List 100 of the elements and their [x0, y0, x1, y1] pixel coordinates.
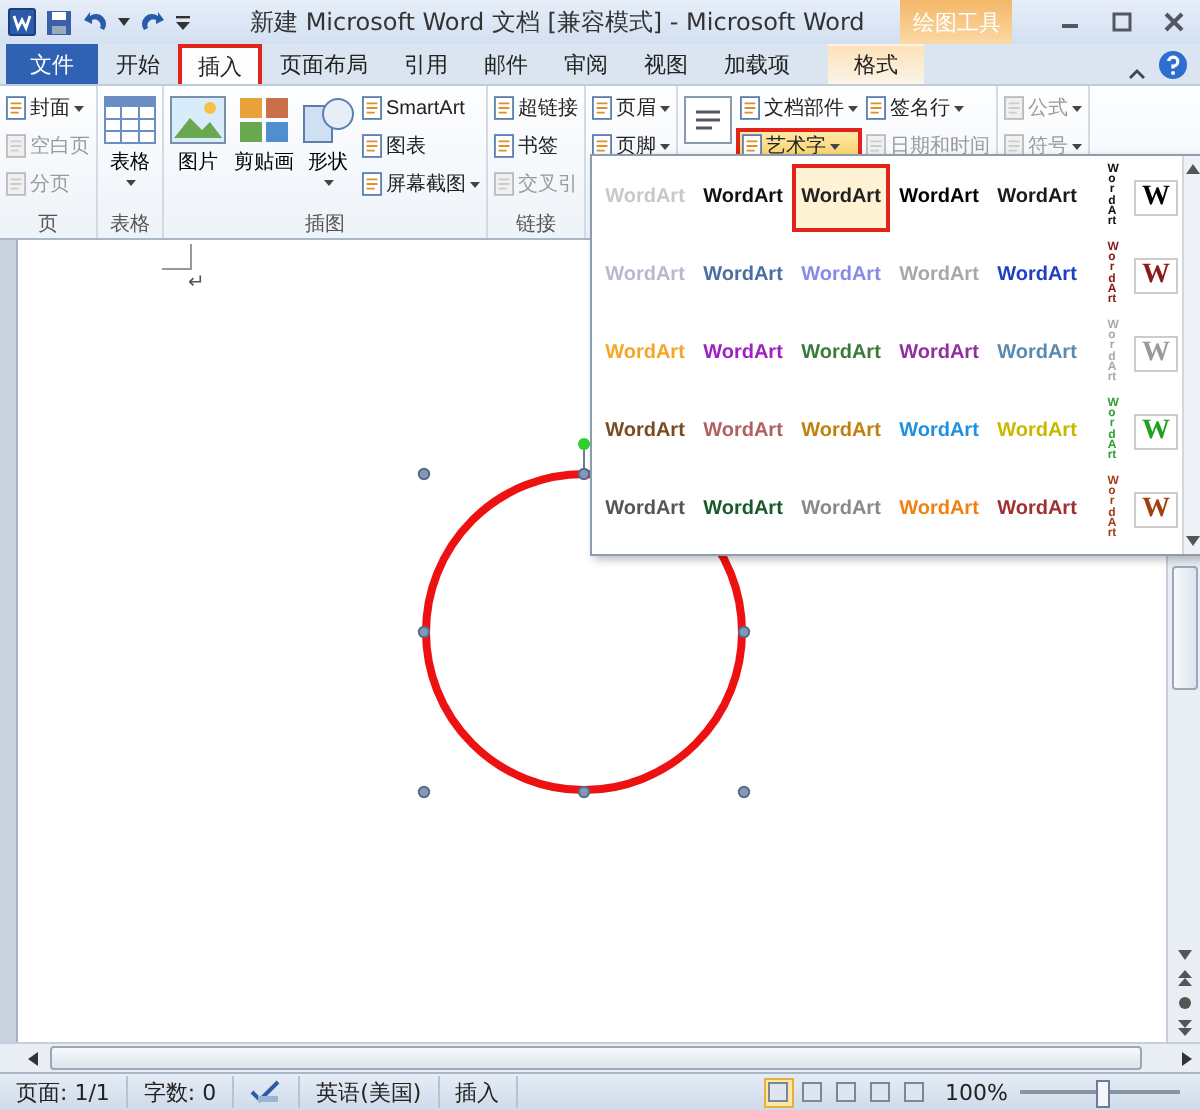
page-icon [6, 96, 26, 120]
scroll-left-icon[interactable] [28, 1051, 38, 1065]
resize-handle[interactable] [737, 625, 751, 639]
proofing-check-icon[interactable] [250, 1080, 283, 1104]
view-button[interactable] [831, 1077, 862, 1107]
caret-icon [954, 105, 964, 111]
view-button[interactable] [763, 1077, 794, 1107]
maximize-icon[interactable] [1112, 12, 1132, 32]
ribbon-tab[interactable]: 插入 [178, 44, 262, 84]
group-label: 页 [36, 212, 60, 238]
ribbon-dropdown-button[interactable]: 屏幕截图 [358, 166, 484, 202]
customize-caret-icon[interactable] [176, 15, 190, 29]
wordart-style-option[interactable]: WordArt [792, 475, 890, 543]
wordart-style-option[interactable]: WordArt [694, 475, 792, 543]
status-item[interactable]: 插入 [439, 1076, 518, 1108]
previous-page-icon[interactable] [1177, 970, 1191, 986]
ribbon-dropdown-button[interactable]: 封面 [2, 90, 94, 126]
ribbon-dropdown-button[interactable]: 形状 [298, 90, 358, 192]
gallery-scrollbar[interactable] [1182, 156, 1200, 554]
collapse-ribbon-icon[interactable] [1128, 68, 1146, 80]
scroll-down-icon[interactable] [1177, 950, 1191, 960]
status-item[interactable]: 字数: 0 [127, 1076, 235, 1108]
ribbon-tab[interactable]: 格式 [828, 44, 924, 84]
app-logo-icon[interactable] [8, 8, 36, 36]
wordart-style-option[interactable]: WordArt [792, 319, 890, 387]
clip-art-icon [238, 96, 290, 144]
zoom-level[interactable]: 100% [945, 1079, 1008, 1105]
slider-thumb[interactable] [1096, 1080, 1110, 1108]
help-icon[interactable] [1158, 50, 1188, 80]
scroll-down-icon[interactable] [1186, 536, 1200, 546]
ribbon-dropdown-button[interactable]: 文档部件 [736, 90, 862, 126]
wordart-style-option[interactable]: WordArt [988, 163, 1086, 231]
undo-icon[interactable] [82, 10, 108, 34]
ribbon-dropdown-button[interactable]: 签名行 [862, 90, 994, 126]
resize-handle[interactable] [737, 785, 751, 799]
ribbon-tab[interactable]: 审阅 [546, 44, 626, 84]
wordart-style-option[interactable]: WordArt [988, 241, 1086, 309]
status-item[interactable]: 页面: 1/1 [0, 1076, 128, 1108]
view-button[interactable] [797, 1077, 828, 1107]
ribbon-tab[interactable]: 视图 [626, 44, 706, 84]
scrollbar-thumb[interactable] [50, 1046, 1142, 1070]
table-icon [104, 96, 156, 144]
wordart-style-option[interactable]: WordArt [792, 163, 890, 231]
wordart-style-option[interactable]: WordArt [694, 397, 792, 465]
ribbon-button[interactable]: 图片 [166, 90, 230, 182]
save-icon[interactable] [46, 9, 72, 35]
wordart-style-option[interactable]: WordArt [988, 475, 1086, 543]
ribbon-tab[interactable]: 开始 [98, 44, 178, 84]
ribbon-dropdown-button[interactable]: 表格 [100, 90, 160, 192]
caret-icon [74, 105, 84, 111]
ribbon-button[interactable]: SmartArt [358, 90, 484, 126]
ribbon-tab[interactable]: 文件 [6, 44, 98, 84]
ribbon-tab[interactable]: 邮件 [466, 44, 546, 84]
ribbon-tab[interactable]: 引用 [386, 44, 466, 84]
resize-handle[interactable] [417, 625, 431, 639]
view-button[interactable] [865, 1077, 896, 1107]
next-page-icon[interactable] [1177, 1020, 1191, 1036]
resize-handle[interactable] [417, 785, 431, 799]
ribbon-tab[interactable]: 加载项 [706, 44, 808, 84]
wordart-thumbnail-option[interactable]: W [1134, 491, 1178, 527]
scroll-right-icon[interactable] [1182, 1051, 1192, 1065]
browse-object-icon[interactable] [1177, 996, 1191, 1010]
ribbon-button[interactable]: 书签 [490, 128, 582, 164]
view-button[interactable] [899, 1077, 930, 1107]
close-icon[interactable] [1164, 12, 1184, 32]
redo-icon[interactable] [140, 10, 166, 34]
wordart-style-option[interactable]: WordArt [694, 241, 792, 309]
ribbon-dropdown-button[interactable]: 页眉 [588, 90, 674, 126]
scroll-up-icon[interactable] [1186, 164, 1200, 174]
page-icon [494, 96, 514, 120]
wordart-thumbnail-option[interactable]: W [1134, 179, 1178, 215]
scrollbar-thumb[interactable] [1171, 566, 1197, 690]
resize-handle[interactable] [577, 785, 591, 799]
horizontal-scrollbar[interactable] [0, 1042, 1200, 1072]
ribbon-button[interactable]: 剪贴画 [230, 90, 298, 182]
ribbon-button[interactable]: 超链接 [490, 90, 582, 126]
wordart-thumbnail-option[interactable]: W [1134, 257, 1178, 293]
ribbon-button[interactable] [680, 90, 736, 150]
page-icon [362, 96, 382, 120]
page-icon [494, 172, 514, 196]
wordart-style-option[interactable]: WordArt [890, 319, 988, 387]
wordart-style-option[interactable]: WordArt [694, 319, 792, 387]
status-item[interactable]: 英语(美国) [300, 1076, 440, 1108]
wordart-style-option[interactable]: WordArt [694, 163, 792, 231]
caret-icon [660, 105, 670, 111]
page-icon [1004, 134, 1024, 158]
ribbon-tab[interactable]: 页面布局 [262, 44, 386, 84]
rotation-handle[interactable] [578, 438, 590, 473]
wordart-style-option[interactable]: WordArt [890, 163, 988, 231]
page-icon [362, 134, 382, 158]
wordart-style-option[interactable]: WordArt [596, 397, 694, 465]
context-tab-header: 绘图工具 [900, 0, 1013, 44]
wordart-style-option[interactable]: WordArt [988, 319, 1086, 387]
wordart-style-option[interactable]: WordArt [596, 475, 694, 543]
ribbon-button[interactable]: 图表 [358, 128, 484, 164]
resize-handle[interactable] [577, 467, 591, 481]
caret-icon[interactable] [118, 18, 130, 26]
picture-icon [170, 96, 226, 144]
caret-icon [470, 181, 480, 187]
resize-handle[interactable] [417, 467, 431, 481]
